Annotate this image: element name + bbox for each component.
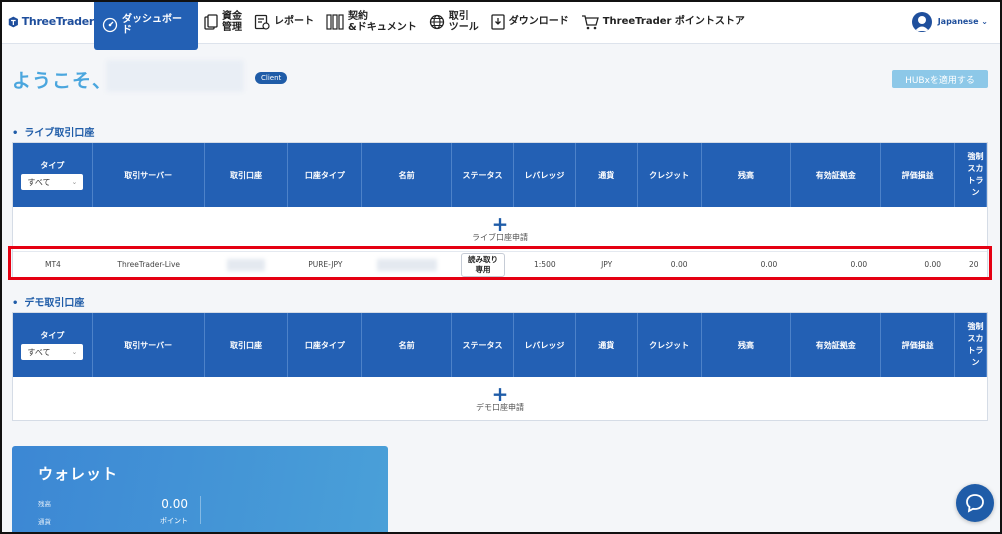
col-status: ステータス	[452, 313, 514, 377]
highlight-box	[8, 246, 992, 280]
col-status: ステータス	[452, 143, 514, 207]
wallet-card: ウォレット 残高 通貨 0.00 ポイント	[12, 446, 388, 534]
col-pnl: 評価損益	[881, 143, 956, 207]
report-icon	[254, 14, 270, 30]
chat-button[interactable]	[956, 484, 994, 522]
nav-documents-label: 契約 &ドキュメント	[348, 10, 417, 33]
nav-download[interactable]: ダウンロード	[485, 0, 575, 44]
nav-dashboard[interactable]: ダッシュボード	[94, 0, 198, 50]
chevron-down-icon: ⌄	[71, 348, 78, 356]
nav-funds[interactable]: 資金 管理	[198, 0, 248, 44]
add-demo-account-button[interactable]: + デモ口座申請	[13, 377, 987, 420]
funds-icon	[204, 13, 218, 30]
col-type: タイプ すべて ⌄	[13, 313, 93, 377]
col-equity: 有効証拠金	[791, 143, 882, 207]
col-credit: クレジット	[638, 313, 702, 377]
language-label: Japanese	[937, 17, 979, 26]
col-account-type: 口座タイプ	[288, 313, 363, 377]
user-icon	[914, 15, 929, 31]
user-avatar[interactable]	[911, 11, 932, 32]
col-leverage: レバレッジ	[514, 143, 576, 207]
col-server: 取引サーバー	[93, 143, 205, 207]
nav-documents[interactable]: 契約 &ドキュメント	[320, 0, 423, 44]
plus-icon: +	[491, 381, 509, 406]
nav-download-label: ダウンロード	[508, 16, 569, 27]
live-table-header: タイプ すべて ⌄ 取引サーバー 取引口座 口座タイプ 名前 ステータス レバレッ…	[13, 143, 987, 207]
nav-dashboard-label: ダッシュボード	[122, 14, 182, 36]
download-icon	[491, 13, 505, 30]
threetrader-logo[interactable]: ThreeTrader	[0, 15, 94, 29]
col-equity: 有効証拠金	[791, 313, 882, 377]
wallet-divider	[200, 496, 201, 524]
nav-funds-label: 資金 管理	[222, 10, 242, 33]
demo-type-filter[interactable]: すべて ⌄	[21, 344, 84, 360]
dashboard-icon	[102, 17, 118, 33]
live-accounts-title: ライブ取引口座	[12, 124, 94, 139]
col-leverage: レバレッジ	[514, 313, 576, 377]
nav-point-store[interactable]: ThreeTrader ポイントストア	[575, 0, 751, 44]
wallet-title: ウォレット	[38, 465, 119, 483]
demo-type-filter-value: すべて	[27, 347, 51, 357]
demo-accounts-title: デモ取引口座	[12, 294, 84, 309]
col-currency: 通貨	[576, 313, 638, 377]
col-server: 取引サーバー	[93, 313, 205, 377]
wallet-currency-label: 通貨	[38, 518, 51, 526]
col-balance: 残高	[702, 313, 792, 377]
language-selector[interactable]: Japanese ⌄	[938, 17, 988, 26]
col-type-label: タイプ	[40, 331, 65, 340]
globe-icon	[429, 14, 445, 30]
wallet-unit: ポイント	[160, 517, 188, 525]
col-account: 取引口座	[205, 313, 289, 377]
nav-trading-tools[interactable]: 取引 ツール	[423, 0, 485, 44]
col-credit: クレジット	[638, 143, 702, 207]
add-demo-account-label: デモ口座申請	[476, 402, 524, 412]
logo-mark-icon	[8, 16, 18, 27]
col-account: 取引口座	[205, 143, 289, 207]
demo-table-header: タイプ すべて ⌄ 取引サーバー 取引口座 口座タイプ 名前 ステータス レバレッ…	[13, 313, 987, 377]
cart-icon	[581, 14, 599, 30]
logo-text: ThreeTrader	[21, 15, 95, 28]
plus-icon: +	[491, 211, 509, 236]
col-type-label: タイプ	[40, 161, 65, 170]
wallet-balance-label: 残高	[38, 500, 51, 508]
col-balance: 残高	[702, 143, 792, 207]
col-stopout: 強制 スカ トラン	[955, 313, 987, 377]
chevron-down-icon: ⌄	[981, 17, 988, 26]
col-name: 名前	[362, 143, 453, 207]
live-type-filter-value: すべて	[27, 177, 51, 187]
apply-hubx-button[interactable]: HUBxを適用する	[892, 70, 988, 88]
add-live-account-label: ライブ口座申請	[472, 232, 528, 242]
live-type-filter[interactable]: すべて ⌄	[21, 174, 84, 190]
col-currency: 通貨	[576, 143, 638, 207]
col-stopout: 強制 スカ トラン	[955, 143, 987, 207]
documents-icon	[326, 13, 344, 30]
col-pnl: 評価損益	[881, 313, 956, 377]
nav-report[interactable]: レポート	[248, 0, 320, 44]
nav-trading-tools-label: 取引 ツール	[448, 10, 479, 33]
nav-point-store-label: ThreeTrader ポイントストア	[602, 16, 745, 27]
top-navigation: ThreeTrader ダッシュボード 資金 管理 レポート 契約 &ドキュメン…	[0, 0, 1002, 50]
col-type: タイプ すべて ⌄	[13, 143, 93, 207]
col-account-type: 口座タイプ	[288, 143, 363, 207]
chat-icon	[966, 494, 984, 513]
nav-report-label: レポート	[274, 16, 314, 27]
col-name: 名前	[362, 313, 453, 377]
welcome-heading: ようこそ、	[12, 70, 113, 92]
client-badge: Client	[255, 72, 288, 84]
blurred-user-name	[106, 60, 244, 92]
wallet-balance-value: 0.00	[161, 497, 188, 511]
demo-accounts-table: タイプ すべて ⌄ 取引サーバー 取引口座 口座タイプ 名前 ステータス レバレッ…	[12, 312, 988, 421]
add-live-account-button[interactable]: + ライブ口座申請	[13, 207, 987, 251]
chevron-down-icon: ⌄	[71, 178, 78, 186]
